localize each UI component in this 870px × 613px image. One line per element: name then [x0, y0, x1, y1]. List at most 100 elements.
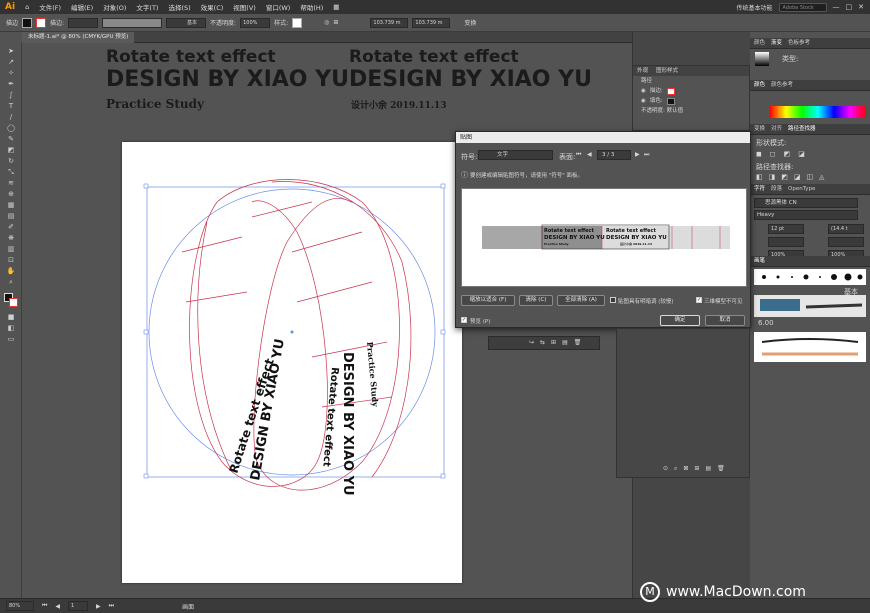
brush-previews[interactable] — [754, 332, 866, 362]
clear-button[interactable]: 清除 (C) — [519, 295, 553, 306]
appearance-opacity[interactable]: 不透明度: 默认值 — [641, 106, 683, 116]
eyedropper-icon[interactable]: ✐ — [6, 223, 16, 231]
first-artboard-icon[interactable]: ⏮ — [42, 602, 47, 610]
surface-input[interactable]: 3 / 3 — [597, 150, 631, 160]
shape-builder-icon[interactable]: ⊕ — [6, 190, 16, 198]
gradient-preview[interactable] — [755, 52, 769, 66]
font-size-input[interactable]: 12 pt — [768, 224, 804, 234]
variable-width-select[interactable] — [102, 17, 163, 28]
preview-checkbox[interactable]: ✓ — [461, 317, 467, 323]
menu-select[interactable]: 选择(S) — [163, 2, 195, 12]
ok-button[interactable]: 确定 — [660, 315, 700, 326]
eraser-icon[interactable]: ◩ — [6, 146, 16, 154]
tab-graphic-styles[interactable]: 图形样式 — [656, 66, 678, 76]
graph-tool-icon[interactable]: ▥ — [6, 245, 16, 253]
artboard-number[interactable]: 1 — [68, 601, 89, 611]
close-icon[interactable]: ✕ — [858, 3, 864, 11]
tab-character[interactable]: 字符 — [754, 184, 765, 194]
font-family-select[interactable]: 思源黑体 CN — [754, 198, 858, 208]
menu-view[interactable]: 视图(V) — [228, 2, 261, 12]
layout-icon[interactable]: ▦ — [328, 3, 344, 11]
line-tool-icon[interactable]: / — [6, 113, 16, 121]
fill-swatch[interactable] — [22, 17, 33, 28]
brush-art-strokes[interactable] — [754, 295, 866, 317]
eye-icon[interactable]: ◉ — [641, 96, 646, 106]
ellipse-tool-icon[interactable]: ◯ — [6, 124, 16, 132]
tab-align[interactable]: 对齐 — [771, 124, 782, 134]
pen-tool-icon[interactable]: ✒ — [6, 80, 16, 88]
menu-help[interactable]: 帮助(H) — [295, 2, 328, 12]
color-mode-icon[interactable]: ■ — [6, 313, 16, 321]
symbols-panel-icons[interactable]: ↪⇆⊞▤🗑 — [529, 339, 587, 346]
scale-to-fit-button[interactable]: 缩放以适合 (F) — [461, 295, 515, 306]
stroke-swatch[interactable] — [36, 17, 47, 28]
appearance-fill[interactable]: 填色: — [650, 96, 663, 106]
brush-style-select[interactable]: 基本 — [166, 17, 207, 28]
home-icon[interactable]: ⌂ — [20, 3, 34, 11]
last-surface-icon[interactable]: ⏭ — [644, 151, 649, 159]
appearance-stroke-swatch[interactable] — [666, 87, 675, 95]
font-style-select[interactable]: Heavy — [754, 210, 858, 220]
x-input[interactable]: 103.739 m — [370, 17, 409, 28]
tracking-input[interactable] — [828, 237, 864, 247]
drawing-mode-icon[interactable]: ◧ — [6, 324, 16, 332]
kerning-input[interactable] — [768, 237, 804, 247]
symbol-select[interactable]: 文字 — [478, 150, 553, 160]
clear-all-button[interactable]: 全部清除 (A) — [557, 295, 605, 306]
status-mode[interactable]: 画面 — [182, 602, 194, 611]
color-spectrum[interactable] — [770, 106, 866, 118]
prev-surface-icon[interactable]: ◀ — [587, 151, 592, 158]
gradient-tool-icon[interactable]: ▤ — [6, 212, 16, 220]
tab-transform[interactable]: 变换 — [754, 124, 765, 134]
zoom-tool-icon[interactable]: ⌕ — [6, 278, 16, 286]
graphic-style-swatch[interactable] — [292, 17, 303, 28]
stroke-weight-input[interactable] — [68, 17, 99, 28]
leading-input[interactable]: (14.4 t — [828, 224, 864, 234]
shape-mode-icons[interactable]: ◼◻◩◪ — [756, 150, 813, 158]
pathfinder-icons[interactable]: ◧◨◩◪◫◬ — [756, 173, 830, 181]
next-surface-icon[interactable]: ▶ — [635, 151, 640, 158]
prev-artboard-icon[interactable]: ◀ — [55, 603, 60, 610]
selection-tool-icon[interactable]: ➤ — [6, 47, 16, 55]
appearance-fill-swatch[interactable] — [666, 97, 675, 105]
zoom-select[interactable]: 80% — [6, 601, 34, 611]
opacity-input[interactable]: 100% — [240, 17, 271, 28]
maximize-icon[interactable]: □ — [846, 3, 853, 11]
menu-window[interactable]: 窗口(W) — [261, 2, 296, 12]
tab-appearance[interactable]: 外观 — [637, 66, 648, 76]
brush-dots[interactable] — [754, 269, 866, 285]
shade-checkbox[interactable] — [610, 297, 616, 303]
screen-mode-icon[interactable]: ▭ — [6, 335, 16, 343]
y-input[interactable]: 103.739 m — [412, 17, 451, 28]
3d-ring-artwork[interactable]: DESIGN BY XIAO YU Rotate text effect DES… — [122, 142, 462, 583]
tab-opentype[interactable]: OpenType — [788, 184, 815, 194]
tab-paragraph[interactable]: 段落 — [771, 184, 782, 194]
search-box[interactable]: Adobe Stock — [778, 2, 827, 12]
minimize-icon[interactable]: — — [833, 3, 840, 11]
paintbrush-icon[interactable]: ✎ — [6, 135, 16, 143]
document-tab[interactable]: 未标题-1.ai* @ 80% (CMYK/GPU 预览) — [22, 32, 135, 43]
eye-icon[interactable]: ◉ — [641, 86, 646, 96]
layers-panel-icons[interactable]: ⊙⌕⊠⊞▤🗑 — [663, 465, 731, 473]
tab-gradient[interactable]: 渐变 — [771, 38, 782, 48]
transform-link[interactable]: 变换 — [464, 18, 476, 27]
last-artboard-icon[interactable]: ⏭ — [109, 602, 114, 610]
menu-effect[interactable]: 效果(C) — [196, 2, 229, 12]
appearance-stroke[interactable]: 描边: — [650, 86, 663, 96]
menu-type[interactable]: 文字(T) — [131, 2, 163, 12]
direct-selection-tool-icon[interactable]: ↗ — [6, 58, 16, 66]
symbol-sprayer-icon[interactable]: ❋ — [6, 234, 16, 242]
next-artboard-icon[interactable]: ▶ — [96, 603, 101, 610]
scale-tool-icon[interactable]: ⤡ — [6, 168, 16, 176]
recolor-icon[interactable]: ◎ — [324, 19, 329, 26]
invisible-checkbox[interactable]: ✓ — [696, 297, 702, 303]
artboard-tool-icon[interactable]: ⊡ — [6, 256, 16, 264]
tab-color[interactable]: 颜色 — [754, 38, 765, 48]
first-surface-icon[interactable]: ⏮ — [576, 151, 581, 159]
type-tool-icon[interactable]: T — [6, 102, 16, 110]
align-icon[interactable]: ⊞ — [333, 19, 338, 26]
tab-color-2[interactable]: 颜色 — [754, 80, 765, 90]
width-tool-icon[interactable]: ≋ — [6, 179, 16, 187]
curvature-tool-icon[interactable]: ∫ — [6, 91, 16, 99]
tab-color-guide[interactable]: 色板参考 — [788, 38, 810, 48]
